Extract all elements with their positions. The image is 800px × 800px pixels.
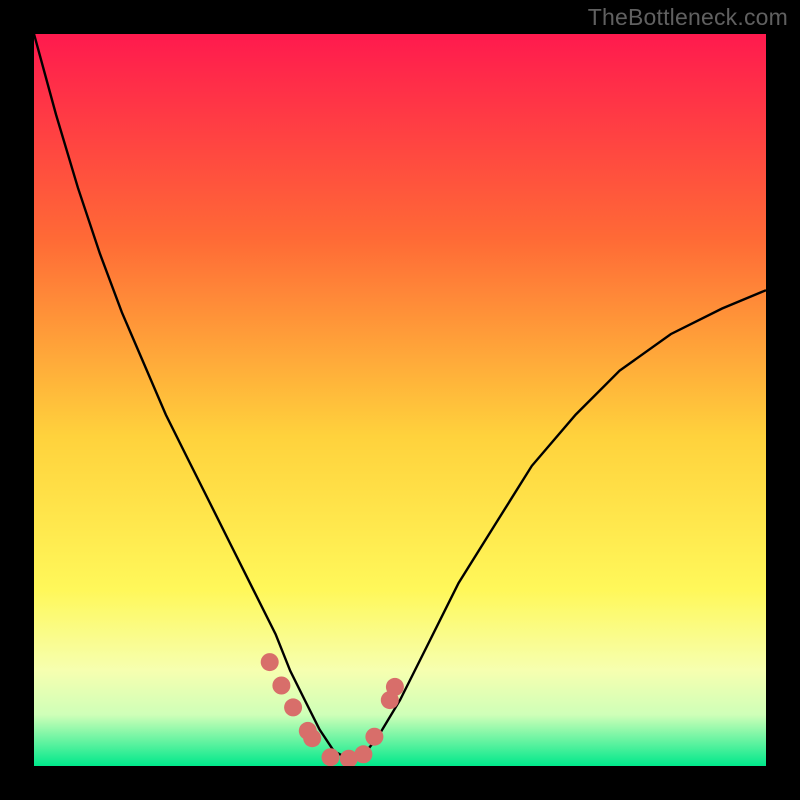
marker-dot [261, 653, 279, 671]
marker-dot [284, 698, 302, 716]
marker-dot [322, 748, 340, 766]
plot-area [34, 34, 766, 766]
chart-frame: TheBottleneck.com [0, 0, 800, 800]
marker-dot [365, 728, 383, 746]
marker-dot [354, 745, 372, 763]
marker-dot [272, 677, 290, 695]
bottleneck-chart [34, 34, 766, 766]
marker-dot [386, 678, 404, 696]
watermark-text: TheBottleneck.com [588, 4, 788, 31]
marker-dot [303, 729, 321, 747]
gradient-background [34, 34, 766, 766]
